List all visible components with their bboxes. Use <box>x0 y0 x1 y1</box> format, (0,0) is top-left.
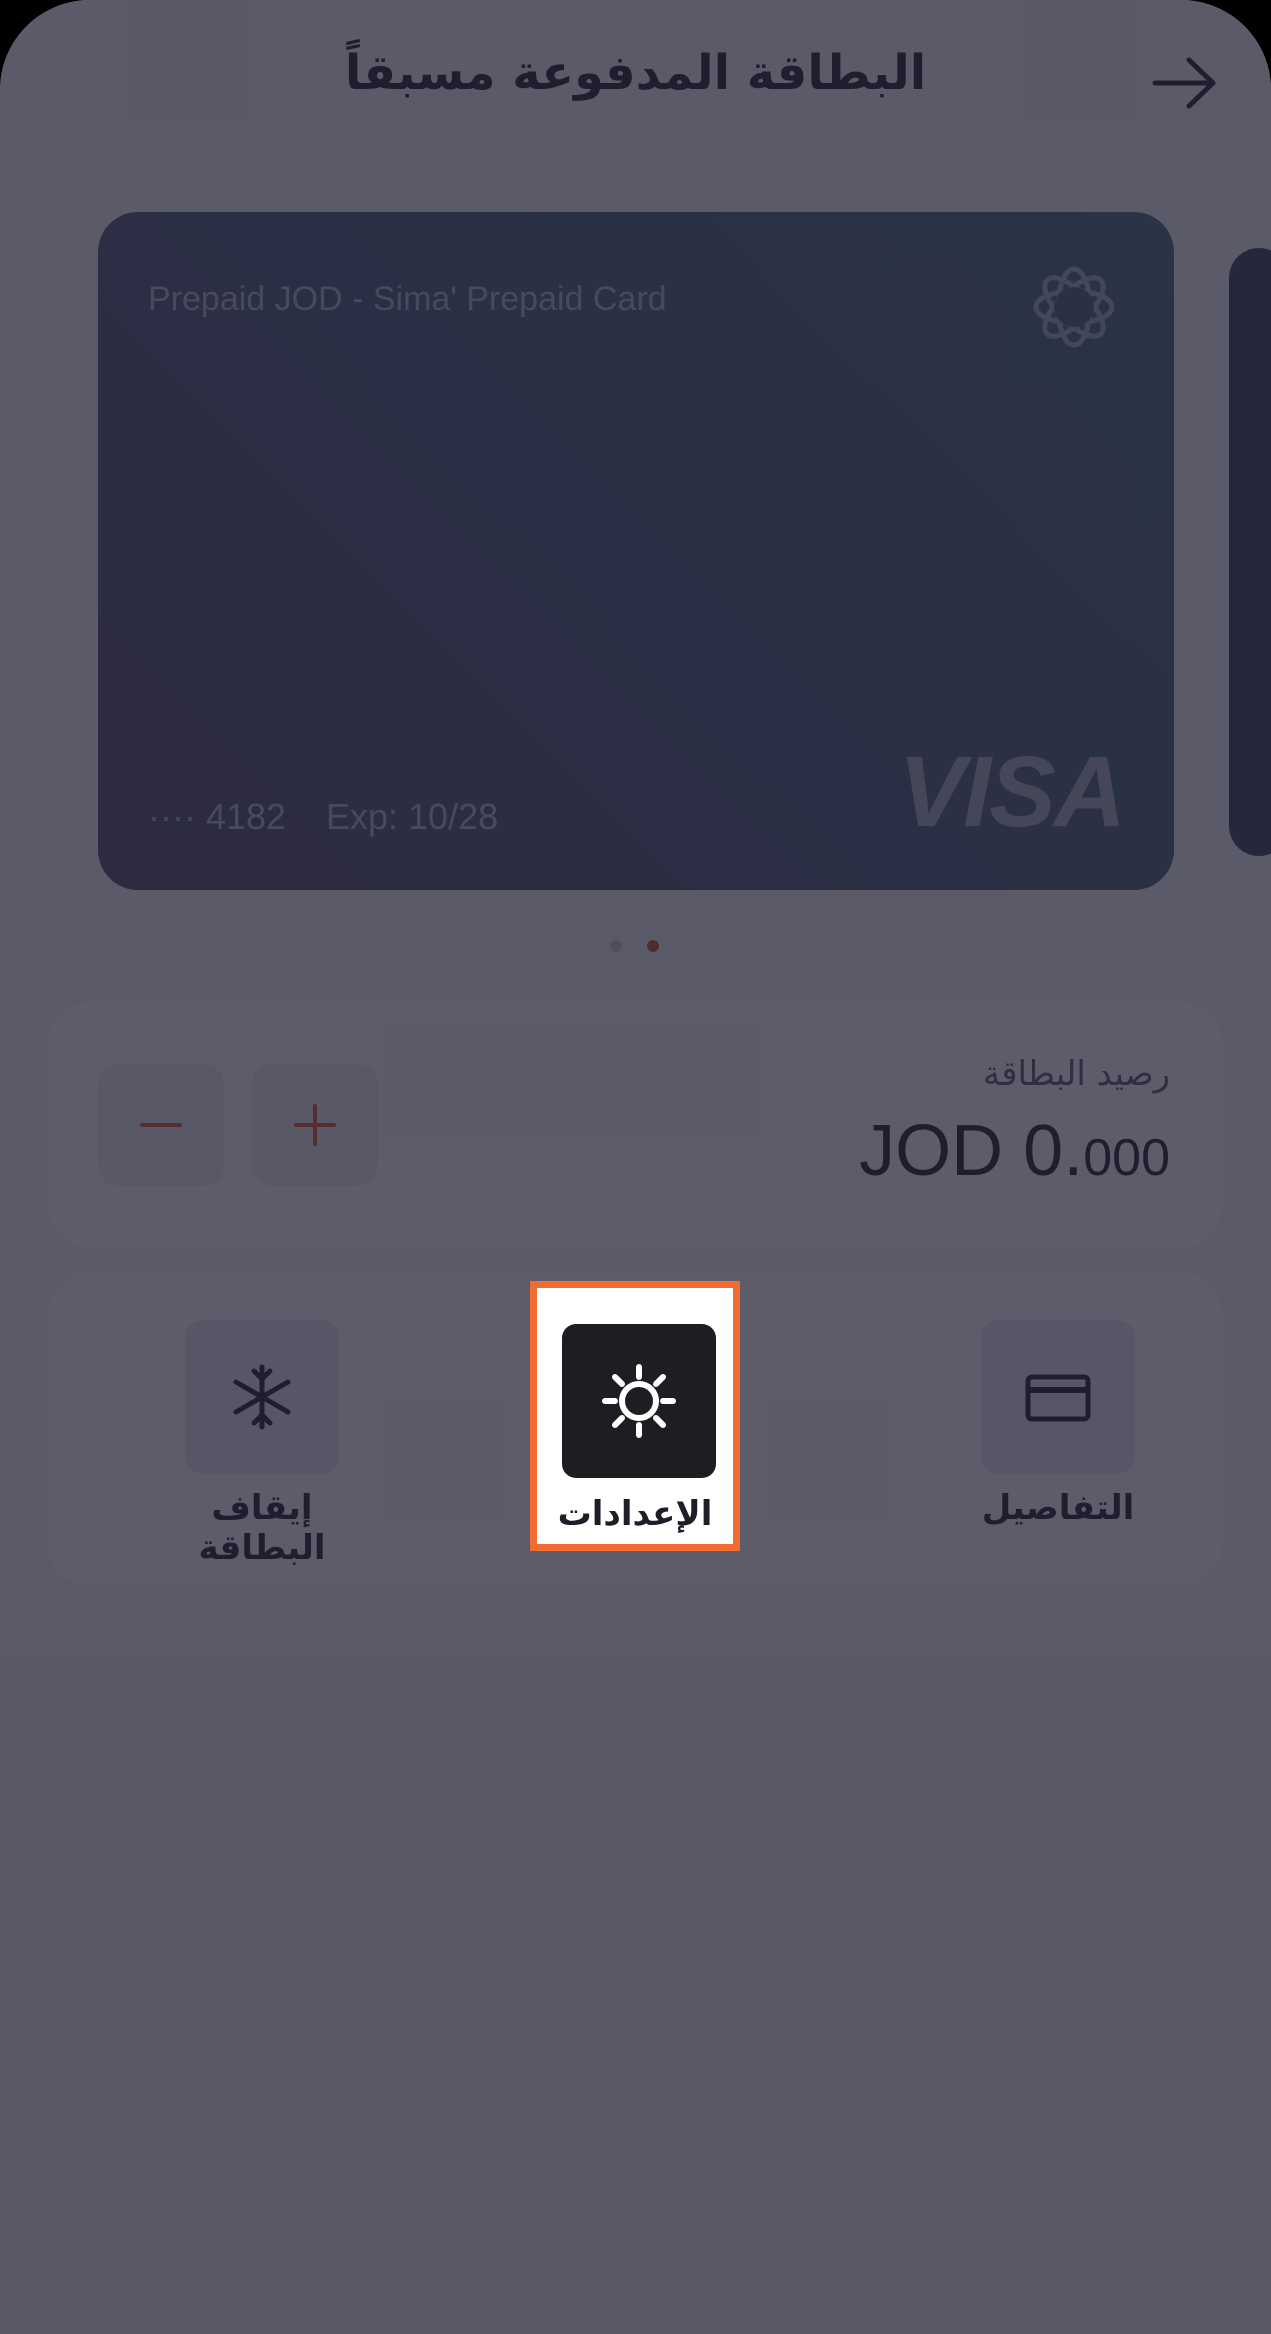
card-name: Prepaid JOD - Sima' Prepaid Card <box>148 280 667 318</box>
details-label: التفاصيل <box>981 1488 1135 1528</box>
decrease-button[interactable] <box>98 1064 224 1186</box>
prepaid-card-screen: البطاقة المدفوعة مسبقاً Prepaid JOD - Si… <box>0 0 1271 2334</box>
balance-amount-decimals: 000 <box>1083 1129 1170 1187</box>
card-expiry: Exp: 10/28 <box>326 796 499 837</box>
settings-icon-box-highlighted <box>562 1324 716 1478</box>
card-pager <box>0 940 1271 954</box>
pager-dot[interactable] <box>610 940 622 952</box>
balance-panel: رصيد البطاقة JOD 0.000 <box>48 1002 1222 1248</box>
arrow-right-icon[interactable] <box>1151 55 1219 111</box>
freeze-card-label: إيقاف البطاقة <box>198 1488 326 1568</box>
balance-amount: JOD 0.000 <box>859 1110 1170 1192</box>
details-icon-box <box>981 1320 1135 1474</box>
details-button[interactable]: التفاصيل <box>938 1320 1178 1540</box>
balance-amount-main: JOD 0. <box>859 1111 1084 1191</box>
balance-label: رصيد البطاقة <box>983 1054 1170 1094</box>
next-card-peek[interactable] <box>1229 248 1271 856</box>
card-icon <box>1025 1374 1091 1422</box>
card-masked-number: ···· 4182 <box>148 796 287 837</box>
top-up-button[interactable] <box>252 1064 378 1186</box>
prepaid-card[interactable]: Prepaid JOD - Sima' Prepaid Card ···· 41… <box>98 212 1174 890</box>
gear-icon <box>602 1364 676 1438</box>
freeze-card-button[interactable]: إيقاف البطاقة <box>142 1320 382 1568</box>
settings-highlight[interactable]: الإعدادات <box>530 1281 740 1551</box>
settings-label-highlighted: الإعدادات <box>557 1494 713 1534</box>
plus-icon <box>294 1104 336 1146</box>
freeze-icon-box <box>185 1320 339 1474</box>
minus-icon <box>140 1123 182 1127</box>
header: البطاقة المدفوعة مسبقاً <box>0 0 1271 170</box>
snowflake-icon <box>233 1364 291 1430</box>
visa-logo: VISA <box>898 736 1126 848</box>
sima-flower-logo <box>1033 266 1115 348</box>
pager-dot-active[interactable] <box>647 940 659 952</box>
page-title: البطاقة المدفوعة مسبقاً <box>344 45 927 101</box>
